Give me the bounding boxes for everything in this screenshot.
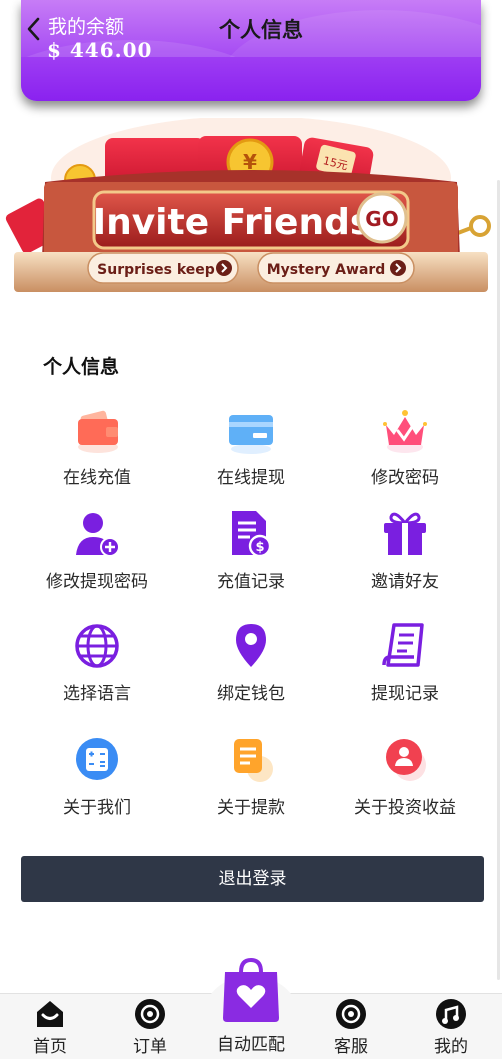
location-pin-icon [236, 624, 266, 667]
tab-label: 首页 [33, 1037, 67, 1057]
user-add-icon [76, 513, 120, 557]
invite-friends-banner[interactable]: ¥ 15元 Invite Friends GO Surprises keep M… [0, 118, 502, 300]
menu-item-label: 在线充值 [63, 468, 131, 488]
menu-item-label: 提现记录 [371, 684, 439, 704]
menu-item-online-withdraw[interactable]: 在线提现 [174, 405, 328, 488]
card-icon [229, 415, 273, 454]
calculator-icon [76, 738, 118, 780]
section-title: 个人信息 [43, 356, 120, 378]
menu-item-label: 关于我们 [63, 798, 131, 818]
disc-icon [135, 999, 165, 1029]
tab-label: 订单 [133, 1037, 167, 1057]
tab-service[interactable]: 客服 [301, 994, 401, 1059]
key-decoration [469, 215, 491, 237]
menu-item-online-recharge[interactable]: 在线充值 [20, 405, 174, 488]
menu-item-label: 关于提款 [217, 798, 285, 818]
scrollbar[interactable] [497, 180, 500, 980]
globe-icon [75, 624, 119, 668]
menu-item-label: 充值记录 [217, 572, 285, 592]
banner-pill-left: Surprises keep [97, 262, 215, 278]
menu-item-about-investment[interactable]: 关于投资收益 [328, 735, 482, 818]
banner-headline: Invite Friends [93, 202, 372, 243]
menu-item-label: 关于投资收益 [354, 798, 456, 818]
page-title: 个人信息 [219, 17, 303, 42]
menu-item-change-password[interactable]: 修改密码 [328, 405, 482, 488]
disc-icon [336, 999, 366, 1029]
svg-text:$: $ [255, 540, 264, 555]
menu-item-label: 在线提现 [217, 468, 285, 488]
music-user-icon [436, 999, 466, 1029]
banner-go: GO [365, 207, 398, 231]
menu-item-label: 修改密码 [371, 468, 439, 488]
wallet-icon [78, 410, 118, 453]
menu-item-about-withdraw[interactable]: 关于提款 [174, 735, 328, 818]
notes-icon [234, 739, 273, 782]
menu-item-select-language[interactable]: 选择语言 [20, 621, 174, 704]
tab-home[interactable]: 首页 [0, 994, 100, 1059]
person-badge-icon [386, 739, 426, 781]
menu-item-label: 邀请好友 [371, 572, 439, 592]
tab-label: 客服 [334, 1037, 368, 1057]
header-band [21, 57, 481, 101]
menu-item-about-us[interactable]: 关于我们 [20, 735, 174, 818]
banner-pill-right: Mystery Award [267, 262, 386, 278]
tab-orders[interactable]: 订单 [100, 994, 200, 1059]
logout-button[interactable]: 退出登录 [21, 856, 484, 902]
tab-mine[interactable]: 我的 [401, 994, 501, 1059]
menu-item-invite-friends[interactable]: 邀请好友 [328, 509, 482, 592]
gift-icon [384, 512, 426, 555]
tab-auto-match-label[interactable]: 自动匹配 [201, 1030, 301, 1055]
menu-item-change-withdraw-password[interactable]: 修改提现密码 [20, 509, 174, 592]
menu-item-withdraw-record[interactable]: 提现记录 [328, 621, 482, 704]
menu-item-recharge-record[interactable]: $ 充值记录 [174, 509, 328, 592]
menu-item-label: 选择语言 [63, 684, 131, 704]
balance-header: 我的余额 $ 446.00 个人信息 [21, 0, 481, 101]
home-icon [37, 1001, 63, 1027]
menu-item-bind-wallet[interactable]: 绑定钱包 [174, 621, 328, 704]
menu-item-label: 修改提现密码 [46, 572, 148, 592]
crown-icon [383, 410, 427, 453]
document-dollar-icon: $ [232, 511, 272, 558]
menu-item-label: 绑定钱包 [217, 684, 285, 704]
scroll-icon [382, 623, 424, 667]
tab-label: 我的 [434, 1037, 468, 1057]
shopping-bag-heart-icon[interactable] [221, 958, 281, 1024]
